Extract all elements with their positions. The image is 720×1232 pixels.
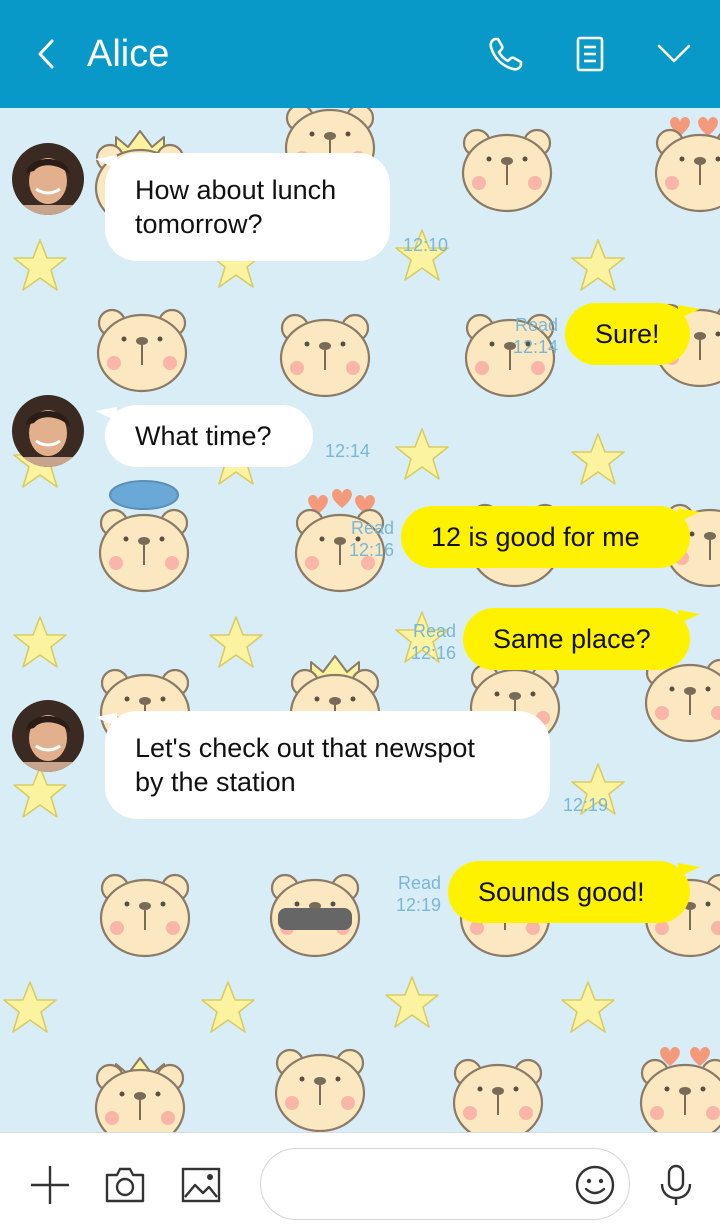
message-input-bar	[0, 1132, 720, 1232]
message-meta: Read 12:16	[400, 620, 456, 664]
chat-area[interactable]: How about lunch tomorrow? 12:10 Read 12:…	[0, 108, 720, 1132]
avatar-photo	[12, 143, 84, 215]
message-bubble-incoming[interactable]: Let's check out that newspot by the stat…	[105, 711, 550, 819]
message-text: Sounds good!	[478, 877, 645, 907]
camera-icon	[105, 1167, 145, 1203]
microphone-icon	[660, 1164, 692, 1205]
message-bubble-outgoing[interactable]: 12 is good for me	[401, 506, 690, 568]
back-icon	[38, 39, 54, 69]
add-button[interactable]	[26, 1161, 74, 1209]
phone-icon	[489, 37, 523, 71]
message-time: 12:19	[562, 795, 608, 815]
message-time: 12:14	[512, 337, 558, 357]
message-bubble-incoming[interactable]: How about lunch tomorrow?	[105, 153, 390, 261]
notes-button[interactable]	[568, 32, 612, 76]
gallery-button[interactable]	[177, 1161, 225, 1209]
camera-button[interactable]	[101, 1161, 149, 1209]
emoji-icon	[575, 1165, 615, 1205]
message-input[interactable]	[285, 1165, 565, 1205]
image-icon	[181, 1167, 221, 1203]
notes-icon	[576, 36, 604, 72]
voice-button[interactable]	[652, 1161, 700, 1209]
emoji-button[interactable]	[571, 1161, 619, 1209]
plus-icon	[31, 1166, 69, 1204]
message-bubble-outgoing[interactable]: Sure!	[565, 303, 690, 365]
message-input-container	[260, 1148, 630, 1220]
message-time: 12:16	[410, 643, 456, 663]
call-button[interactable]	[484, 32, 528, 76]
message-text: Same place?	[493, 624, 651, 654]
chevron-down-icon	[657, 44, 691, 63]
chat-title: Alice	[87, 33, 170, 75]
back-button[interactable]	[26, 34, 66, 74]
message-meta: Read 12:14	[502, 314, 558, 358]
message-time: 12:10	[402, 235, 448, 255]
avatar-photo	[12, 700, 84, 772]
contact-avatar[interactable]	[12, 143, 84, 215]
read-receipt: Read	[514, 315, 558, 335]
message-meta: Read 12:19	[385, 872, 441, 916]
contact-avatar[interactable]	[12, 395, 84, 467]
message-bubble-outgoing[interactable]: Sounds good!	[448, 861, 690, 923]
message-meta: 12:19	[558, 794, 608, 816]
message-bubble-incoming[interactable]: What time?	[105, 405, 313, 467]
message-time: 12:14	[324, 441, 370, 461]
message-text: What time?	[135, 421, 272, 451]
message-text: Let's check out that newspot by the stat…	[135, 733, 475, 797]
message-bubble-outgoing[interactable]: Same place?	[463, 608, 690, 670]
message-text: How about lunch tomorrow?	[135, 175, 337, 239]
read-receipt: Read	[350, 518, 394, 538]
menu-dropdown-button[interactable]	[652, 32, 696, 76]
message-time: 12:16	[348, 540, 394, 560]
read-receipt: Read	[412, 621, 456, 641]
message-time: 12:19	[395, 895, 441, 915]
read-receipt: Read	[397, 873, 441, 893]
contact-avatar[interactable]	[12, 700, 84, 772]
avatar-photo	[12, 395, 84, 467]
message-meta: 12:14	[320, 440, 370, 462]
chat-header: Alice	[0, 0, 720, 108]
message-text: 12 is good for me	[431, 522, 640, 552]
message-text: Sure!	[595, 319, 660, 349]
message-meta: 12:10	[398, 234, 448, 256]
message-meta: Read 12:16	[338, 517, 394, 561]
